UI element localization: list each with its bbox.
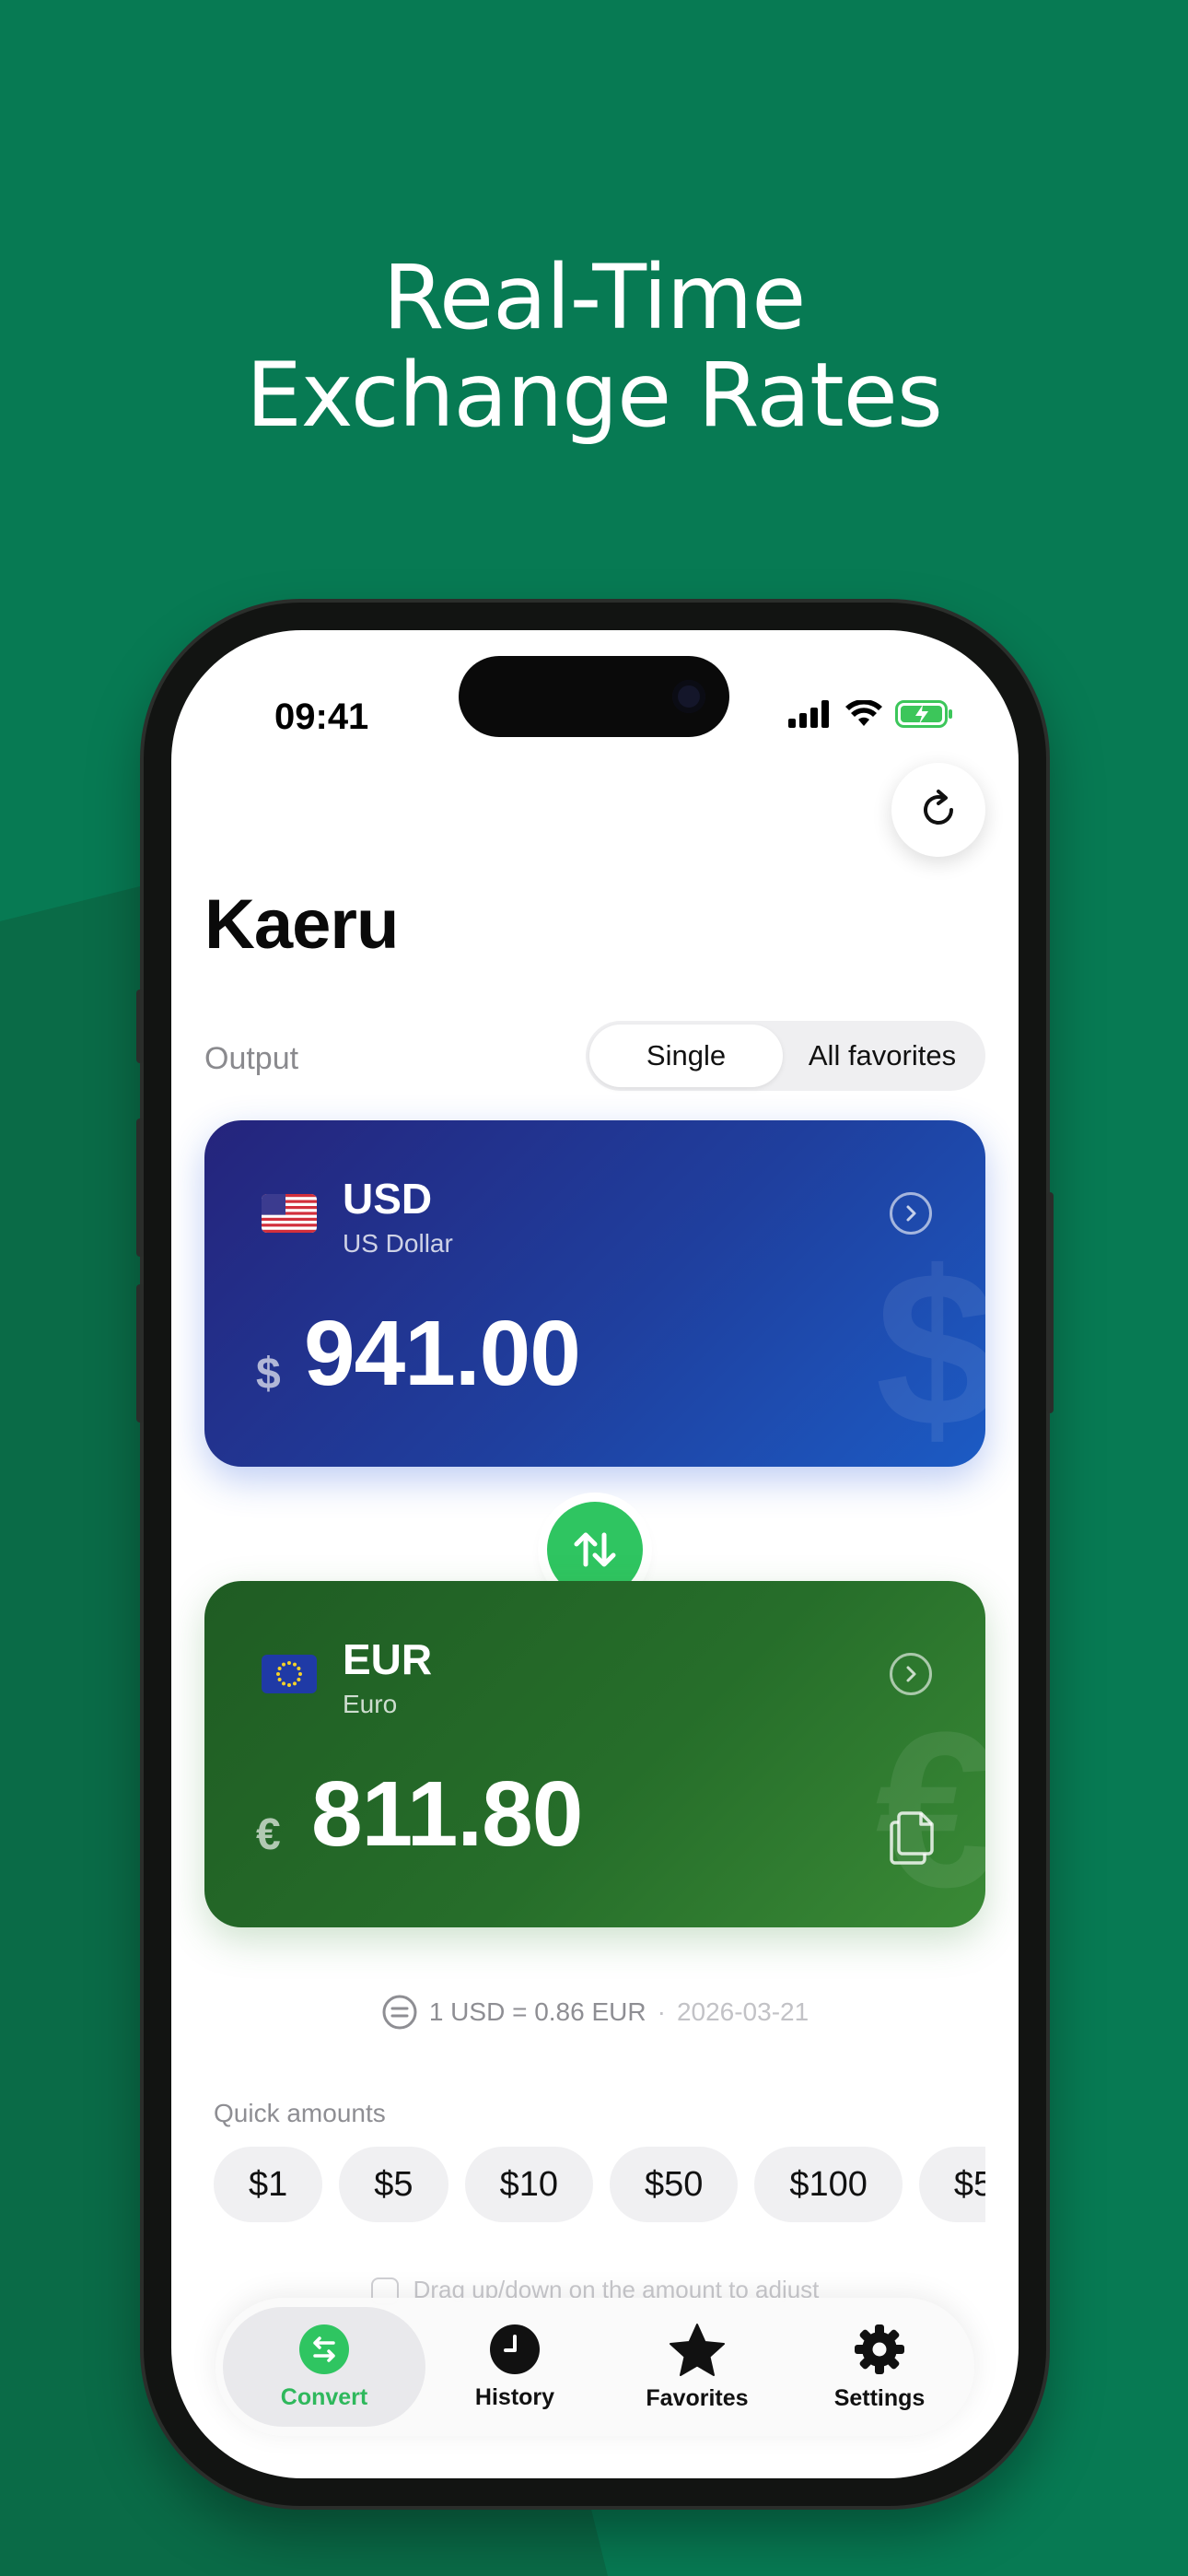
tab-favorites-label: Favorites xyxy=(646,2384,749,2411)
gear-icon xyxy=(855,2324,904,2374)
action-button xyxy=(136,989,144,1063)
us-flag-icon xyxy=(262,1194,317,1233)
chevron-right-icon xyxy=(906,1666,916,1682)
headline-line-1: Real-Time xyxy=(382,246,807,349)
exchange-rate-text: 1 USD = 0.86 EUR xyxy=(428,1997,646,2026)
quick-amount-chip[interactable]: $10 xyxy=(464,2147,593,2222)
quick-amount-chip[interactable]: $1 xyxy=(214,2147,323,2222)
convert-icon xyxy=(299,2324,349,2374)
headline-line-2: Exchange Rates xyxy=(246,344,943,447)
output-label: Output xyxy=(204,1041,299,1076)
rate-separator: · xyxy=(657,1997,666,2026)
to-currency-select-button[interactable] xyxy=(890,1653,932,1695)
quick-amount-chip[interactable]: $500 xyxy=(918,2147,985,2222)
power-button xyxy=(1046,1192,1054,1413)
tab-convert[interactable]: Convert xyxy=(223,2307,425,2427)
copy-icon[interactable] xyxy=(886,1808,938,1867)
app-title: Kaeru xyxy=(204,885,399,964)
currency-watermark: € xyxy=(875,1686,985,1927)
quick-amounts-label: Quick amounts xyxy=(214,2099,386,2127)
status-time: 09:41 xyxy=(274,697,369,737)
refresh-icon xyxy=(924,790,953,825)
clock-icon xyxy=(490,2324,540,2374)
swap-arrows-icon xyxy=(574,1532,616,1567)
status-icons xyxy=(788,700,954,728)
to-currency-symbol: € xyxy=(256,1810,281,1859)
tab-settings[interactable]: Settings xyxy=(788,2307,971,2427)
rate-date: 2026-03-21 xyxy=(676,1997,809,2026)
tab-convert-label: Convert xyxy=(280,2383,368,2410)
to-currency-code: EUR xyxy=(343,1635,433,1683)
to-currency-name: Euro xyxy=(343,1690,398,1718)
tab-bar: Convert History Favorites Settings xyxy=(215,2298,974,2436)
equals-circle-icon xyxy=(382,1995,417,2030)
dynamic-island xyxy=(459,656,729,737)
wifi-icon xyxy=(845,700,882,726)
quick-amounts-row[interactable]: $1 $5 $10 $50 $100 $500 xyxy=(214,2147,985,2224)
from-currency-name: US Dollar xyxy=(343,1229,453,1258)
front-camera-icon xyxy=(672,680,705,713)
refresh-button[interactable] xyxy=(891,763,985,857)
from-currency-code: USD xyxy=(343,1175,433,1223)
phone-frame: 09:41 Kaeru Output Single All favorites … xyxy=(136,603,1054,2506)
quick-amount-chip[interactable]: $50 xyxy=(609,2147,739,2222)
to-amount: 811.80 xyxy=(311,1762,583,1866)
segment-single[interactable]: Single xyxy=(589,1025,783,1087)
from-currency-card[interactable]: $ USD US Dollar $ 941.00 xyxy=(204,1120,985,1467)
from-currency-symbol: $ xyxy=(256,1350,281,1399)
tab-favorites[interactable]: Favorites xyxy=(606,2307,788,2427)
exchange-rate-row: 1 USD = 0.86 EUR · 2026-03-21 xyxy=(171,1994,1019,2031)
app-screen: 09:41 Kaeru Output Single All favorites … xyxy=(171,630,1019,2478)
volume-up-button xyxy=(136,1118,144,1257)
from-amount[interactable]: 941.00 xyxy=(304,1301,581,1407)
quick-amount-chip[interactable]: $100 xyxy=(754,2147,903,2222)
eu-flag-icon xyxy=(262,1655,317,1693)
headline: Real-Time Exchange Rates xyxy=(0,249,1188,444)
tab-history[interactable]: History xyxy=(424,2307,606,2427)
from-currency-select-button[interactable] xyxy=(890,1192,932,1235)
volume-down-button xyxy=(136,1284,144,1423)
currency-watermark: $ xyxy=(875,1225,985,1467)
segment-all-favorites[interactable]: All favorites xyxy=(783,1025,982,1087)
quick-amount-chip[interactable]: $5 xyxy=(339,2147,448,2222)
to-currency-card[interactable]: € EUR Euro € 811.80 xyxy=(204,1581,985,1927)
tab-settings-label: Settings xyxy=(833,2384,926,2411)
chevron-right-icon xyxy=(906,1205,916,1222)
cellular-signal-icon xyxy=(788,700,829,728)
star-icon xyxy=(670,2323,725,2376)
output-mode-segmented-control: Single All favorites xyxy=(586,1021,985,1091)
tab-history-label: History xyxy=(474,2383,555,2410)
battery-charging-icon xyxy=(895,700,952,728)
